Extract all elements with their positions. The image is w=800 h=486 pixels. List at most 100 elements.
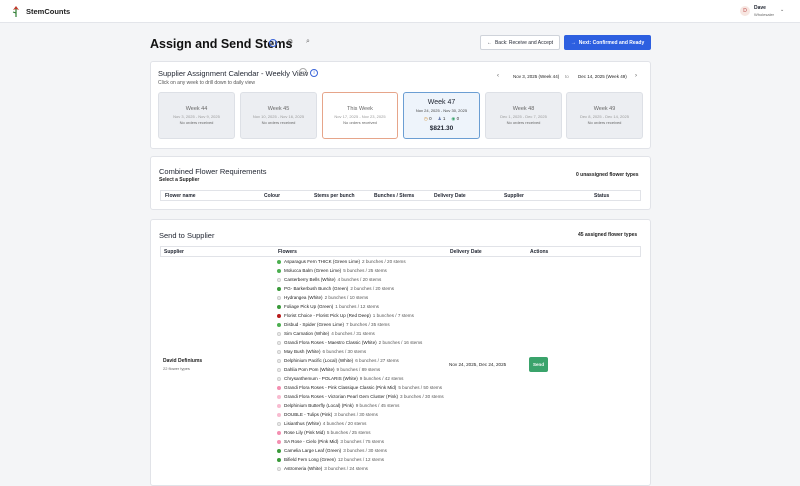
range-start[interactable]: Nov 3, 2025 (Week 44): [513, 74, 559, 79]
list-item: PG- Barkerbush Bunch (Green) 2 bunches / …: [277, 286, 445, 292]
info-icon[interactable]: i: [269, 39, 277, 47]
range-end[interactable]: Dec 14, 2025 (Week 49): [578, 74, 627, 79]
flower-name: Canterberry Bells (White): [284, 276, 336, 282]
flower-name: Florist Choice - Florist Pick Up (Red De…: [284, 312, 371, 318]
list-item: Grandi Flora Roses - Victorian Pearl Gem…: [277, 394, 445, 400]
flower-quantity: 9 bunches / 89 stems: [336, 366, 381, 372]
color-dot-icon: [277, 295, 281, 300]
color-dot-icon: [277, 331, 281, 336]
flower-name: Grandi Flora Roses - Maestro Classic (Wh…: [284, 339, 377, 345]
week-amount: $821.30: [429, 125, 454, 132]
flower-name: Asparagus Fern THICK (Green Lime): [284, 259, 360, 264]
list-item: Camelia Large Leaf (Green) 3 bunches / 30…: [277, 448, 445, 454]
flower-name: Chrysanthemum - POLARIS (White): [284, 375, 358, 381]
flower-name: Grandi Flora Roses - Victorian Pearl Gem…: [284, 393, 399, 399]
color-dot-icon: [277, 340, 281, 345]
week-card-current[interactable]: This Week Nov 17, 2025 - Nov 23, 2025 No…: [322, 92, 398, 139]
color-dot-icon: [277, 277, 281, 282]
col-bunches-stems: Bunches / Stems: [374, 193, 415, 199]
flower-quantity: 5 bunches / 25 stems: [326, 429, 371, 435]
flower-quantity: 4 bunches / 20 stems: [337, 276, 382, 282]
color-dot-icon: [277, 349, 281, 354]
gear-icon[interactable]: ⚙: [287, 38, 293, 46]
flower-quantity: 1 bunches / 7 stems: [372, 312, 414, 318]
arrow-right-icon: →: [570, 39, 576, 46]
combined-table-header: Flower name Colour Stems per bunch Bunch…: [160, 190, 641, 201]
range-separator: to: [565, 74, 569, 79]
arrow-left-icon: ←: [486, 39, 492, 46]
assigned-badge: 45 assigned flower types: [578, 232, 638, 238]
list-item: Lisianthus (White) 4 bunches / 20 stems: [277, 421, 445, 427]
more-icon[interactable]: …: [299, 68, 307, 76]
col-stems-per-bunch: Stems per bunch: [314, 193, 355, 199]
color-dot-icon: [277, 313, 281, 318]
color-dot-icon: [277, 448, 281, 453]
brand-name[interactable]: StemCounts: [26, 7, 70, 16]
color-dot-icon: [277, 268, 281, 273]
user-role: Wholesaler: [754, 12, 775, 17]
list-item: Asparagus Fern THICK (Green Lime) 2 bunch…: [277, 259, 445, 265]
top-bar: StemCounts D Dave Wholesaler ⌄: [0, 0, 800, 23]
flower-name: Molucca Balm (Green Lime): [284, 267, 342, 273]
search-icon[interactable]: ⌕: [306, 38, 310, 46]
next-button[interactable]: → Next: Confirmed and Ready: [564, 35, 651, 50]
combined-subtitle: Select a Supplier: [159, 177, 200, 183]
prev-week-arrow-icon[interactable]: ‹: [497, 73, 499, 79]
supplier-name: David Definiums: [163, 358, 203, 364]
flower-quantity: 2 bunches / 20 stems: [350, 285, 395, 291]
logo-icon[interactable]: [11, 5, 21, 18]
col-supplier: Supplier: [504, 193, 525, 199]
flower-quantity: 3 bunches / 75 stems: [340, 438, 385, 444]
back-button[interactable]: ← Back: Receive and Accept: [480, 35, 560, 50]
flower-quantity: 3 bunches / 30 stems: [343, 447, 387, 453]
col-status: Status: [594, 193, 610, 199]
list-item: May Bush (White) 6 bunches / 30 stems: [277, 349, 445, 355]
avatar[interactable]: D: [740, 6, 750, 16]
delivery-dates: Nov 24, 2025, Dec 24, 2025: [449, 362, 507, 367]
info-icon[interactable]: i: [310, 69, 318, 77]
flower-name: Lisianthus (White): [284, 420, 321, 426]
flower-quantity: 12 bunches / 12 stems: [337, 456, 385, 462]
flower-quantity: 6 bunches / 30 stems: [322, 348, 367, 354]
send-title: Send to Supplier: [159, 231, 215, 240]
list-item: Dahlia Pom Pom (White) 9 bunches / 89 ste…: [277, 367, 445, 373]
next-week-arrow-icon[interactable]: ›: [635, 73, 637, 79]
color-dot-icon: [277, 439, 281, 444]
flower-name: Bifield Fern Long (Green): [284, 456, 336, 462]
list-item: Florist Choice - Florist Pick Up (Red De…: [277, 313, 445, 319]
flower-quantity: 4 bunches / 20 stems: [322, 420, 367, 426]
week-card-49[interactable]: Week 49 Dec 8, 2025 - Dec 14, 2025 No or…: [566, 92, 643, 139]
flower-quantity: 3 bunches / 30 stems: [400, 393, 444, 399]
send-button[interactable]: Send: [529, 357, 548, 372]
week-card-45[interactable]: Week 45 Nov 10, 2025 - Nov 16, 2025 No o…: [240, 92, 317, 139]
list-item: Bifield Fern Long (Green) 12 bunches / 12…: [277, 457, 445, 463]
flower-quantity: 2 bunches / 20 stems: [362, 259, 406, 264]
color-dot-icon: [277, 367, 281, 372]
list-item: Foliage Pick Up (Green) 1 bunches / 12 st…: [277, 304, 445, 310]
list-item: Sim Carnation (White) 4 bunches / 31 stem…: [277, 331, 445, 337]
col-colour: Colour: [264, 193, 281, 199]
flower-name: Delphinium Pacific (Local) (White): [284, 357, 354, 363]
list-item: SA Rose - Cielo (Pink Mid) 3 bunches / 75…: [277, 439, 445, 445]
week-card-47[interactable]: Week 47 Nov 24, 2025 - Nov 30, 2025 ◷ 0 …: [403, 92, 480, 139]
assigned-icon: ♟ 1: [437, 116, 446, 121]
user-name[interactable]: Dave: [754, 5, 766, 11]
flower-quantity: 9 bunches / 42 stems: [359, 375, 404, 381]
calendar-card: Supplier Assignment Calendar - Weekly Vi…: [150, 61, 651, 149]
week-card-48[interactable]: Week 48 Dec 1, 2025 - Dec 7, 2025 No ord…: [485, 92, 562, 139]
flower-quantity: 3 bunches / 30 stems: [334, 411, 378, 417]
list-item: Hydrangea (White) 2 bunches / 10 stems: [277, 295, 445, 301]
combined-card: Combined Flower Requirements Select a Su…: [150, 156, 651, 210]
color-dot-icon: [277, 466, 281, 471]
col-flower-name: Flower name: [165, 193, 196, 199]
flower-quantity: 2 bunches / 10 stems: [324, 294, 369, 300]
week-card-44[interactable]: Week 44 Nov 3, 2025 - Nov 9, 2025 No ord…: [158, 92, 235, 139]
flower-name: Disbud - Spider (Green Lime): [284, 321, 344, 327]
chevron-down-icon[interactable]: ⌄: [780, 7, 784, 13]
calendar-subtitle: Click on any week to drill down to daily…: [158, 80, 255, 86]
list-item: Disbud - Spider (Green Lime) 7 bunches / …: [277, 322, 445, 328]
flower-name: Camelia Large Leaf (Green): [284, 447, 342, 453]
color-dot-icon: [277, 260, 281, 264]
flower-name: SA Rose - Cielo (Pink Mid): [284, 438, 339, 444]
col-flowers: Flowers: [278, 249, 297, 255]
